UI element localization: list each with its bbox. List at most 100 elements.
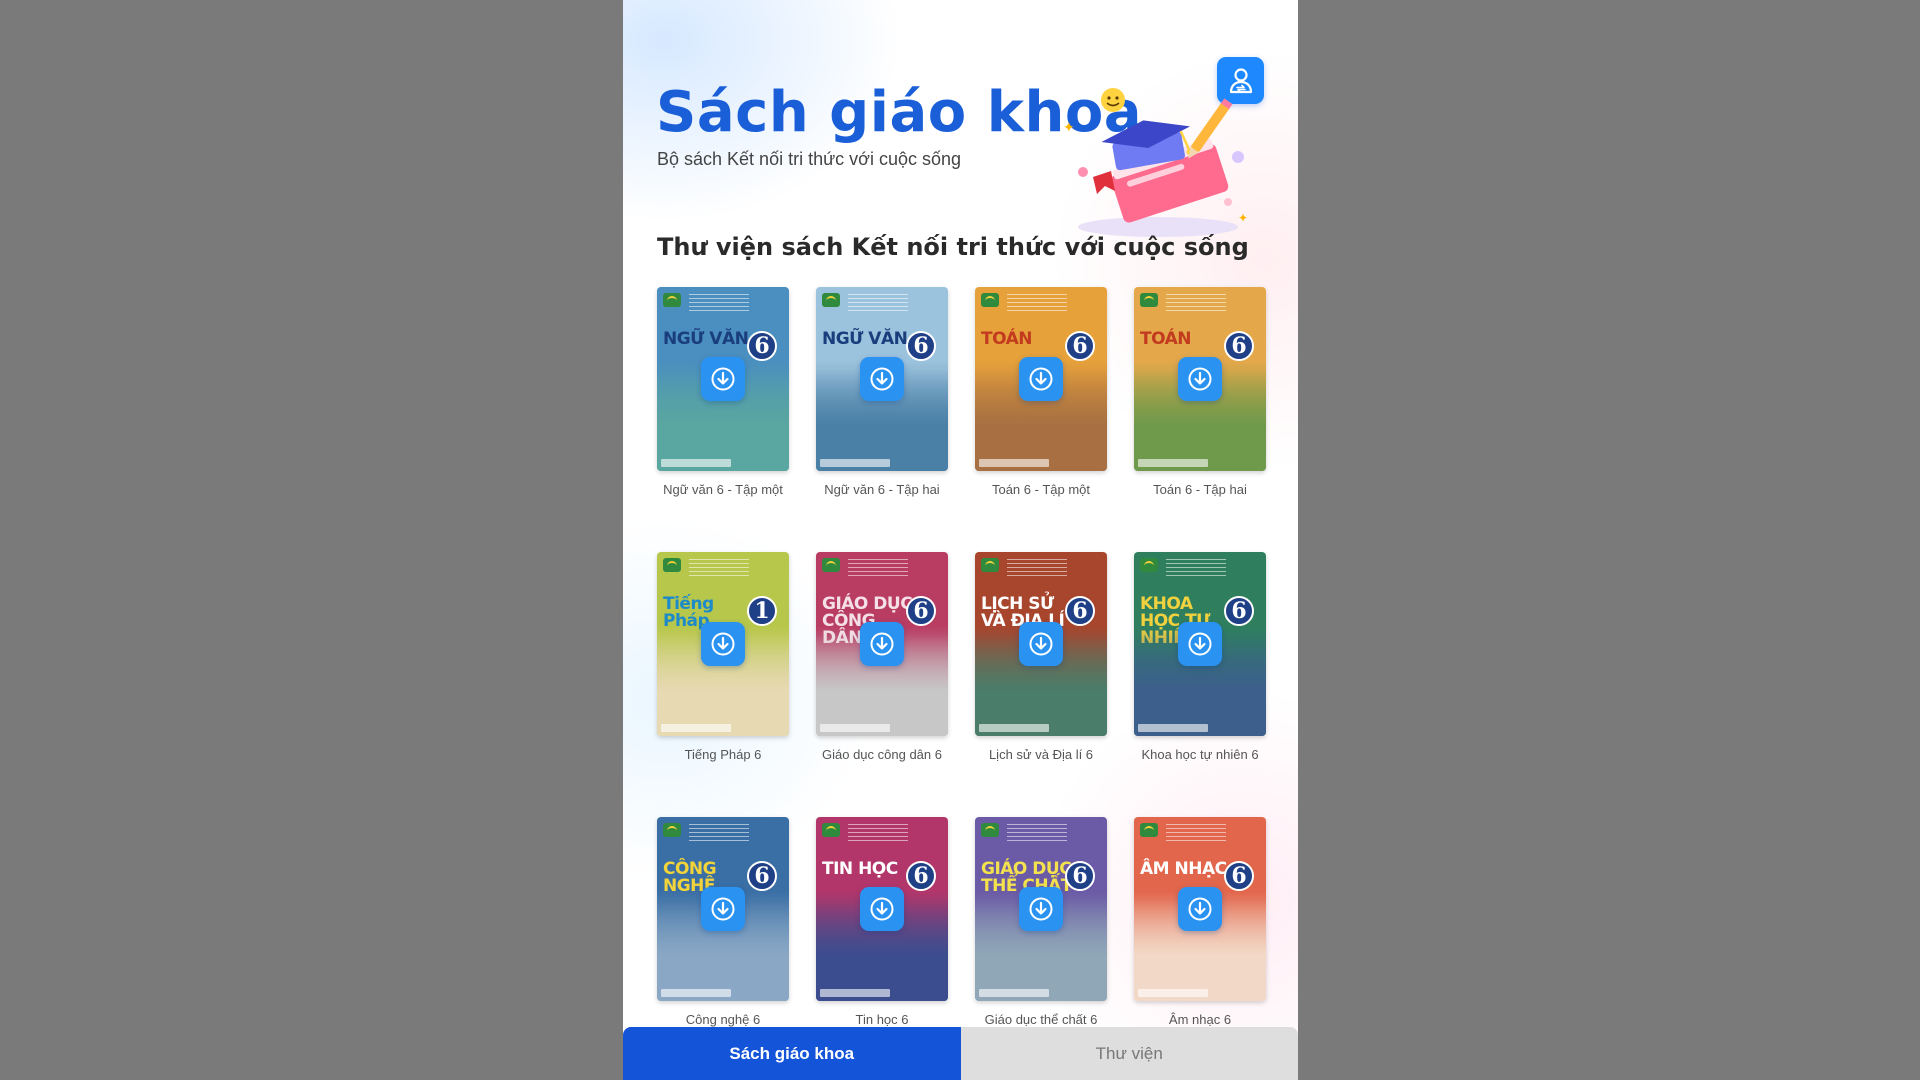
author-lines	[689, 824, 749, 844]
book-item[interactable]: NGỮ VĂN 6 Ngữ văn 6 - Tập hai	[816, 287, 948, 499]
section-title: Thư viện sách Kết nối tri thức với cuộc …	[657, 233, 1249, 261]
book-item[interactable]: TOÁN 6 Toán 6 - Tập hai	[1134, 287, 1266, 499]
download-icon	[1029, 632, 1053, 656]
author-lines	[689, 559, 749, 579]
book-item[interactable]: TOÁN 6 Toán 6 - Tập một	[975, 287, 1107, 499]
download-icon	[870, 632, 894, 656]
publisher-logo	[1140, 293, 1158, 307]
grade-badge: 6	[1224, 331, 1254, 361]
book-item[interactable]: GIÁO DỤC CÔNG DÂN6 Giáo dục công dân 6	[816, 552, 948, 764]
page-subtitle: Bộ sách Kết nối tri thức với cuộc sống	[657, 149, 961, 169]
grade-badge: 6	[906, 861, 936, 891]
author-lines	[1166, 824, 1226, 844]
book-title: Ngữ văn 6 - Tập hai	[824, 482, 940, 497]
book-item[interactable]: Tiếng Pháp 1 Tiếng Pháp 6	[657, 552, 789, 764]
app-screen: Sách giáo khoa Bộ sách Kết nối tri thức …	[623, 0, 1298, 1080]
publisher-logo	[822, 823, 840, 837]
download-button[interactable]	[1178, 622, 1222, 666]
publisher-logo	[822, 558, 840, 572]
book-cover[interactable]: GIÁO DỤC THỂ CHẤT 6	[975, 817, 1107, 1001]
grade-badge: 6	[747, 331, 777, 361]
download-icon	[1029, 897, 1053, 921]
download-button[interactable]	[1178, 887, 1222, 931]
download-button[interactable]	[1019, 887, 1063, 931]
book-item[interactable]: CÔNG NGHỆ 6 Công nghệ 6	[657, 817, 789, 1029]
grade-badge: 6	[1224, 861, 1254, 891]
svg-text:✦: ✦	[1238, 211, 1248, 225]
author-lines	[1007, 824, 1067, 844]
author-lines	[1007, 559, 1067, 579]
book-cover[interactable]: TOÁN 6	[975, 287, 1107, 471]
book-item[interactable]: NGỮ VĂN 6 Ngữ văn 6 - Tập một	[657, 287, 789, 499]
book-cover[interactable]: Tiếng Pháp 1	[657, 552, 789, 736]
grade-badge: 6	[906, 331, 936, 361]
publisher-logo	[1140, 823, 1158, 837]
svg-text:✦: ✦	[1063, 119, 1075, 135]
grade-badge: 6	[1224, 596, 1254, 626]
book-cover[interactable]: TOÁN 6	[1134, 287, 1266, 471]
download-icon	[1188, 897, 1212, 921]
cover-title: NGỮ VĂN	[663, 329, 749, 349]
publisher-footer	[820, 724, 890, 732]
download-button[interactable]	[1019, 622, 1063, 666]
grade-badge: 1	[747, 596, 777, 626]
publisher-footer	[979, 989, 1049, 997]
download-button[interactable]	[860, 622, 904, 666]
download-button[interactable]	[701, 887, 745, 931]
book-title: Khoa học tự nhiên 6	[1141, 747, 1259, 762]
download-button[interactable]	[701, 357, 745, 401]
download-button[interactable]	[701, 622, 745, 666]
publisher-footer	[661, 989, 731, 997]
cover-title: TIN HỌC	[822, 859, 898, 879]
book-title: Ngữ văn 6 - Tập một	[663, 482, 783, 497]
book-item[interactable]: TIN HỌC 6 Tin học 6	[816, 817, 948, 1029]
publisher-footer	[820, 459, 890, 467]
publisher-logo	[822, 293, 840, 307]
tab-library[interactable]: Thư viện	[960, 1027, 1298, 1080]
author-lines	[689, 294, 749, 314]
cover-title: NGỮ VĂN	[822, 329, 908, 349]
book-title: Toán 6 - Tập hai	[1153, 482, 1247, 497]
author-lines	[1166, 559, 1226, 579]
grade-badge: 6	[747, 861, 777, 891]
book-cover[interactable]: NGỮ VĂN 6	[657, 287, 789, 471]
book-title: Toán 6 - Tập một	[991, 482, 1091, 497]
publisher-logo	[981, 558, 999, 572]
book-cover[interactable]: LỊCH SỬ VÀ ĐỊA LÍ 6	[975, 552, 1107, 736]
book-cover[interactable]: GIÁO DỤC CÔNG DÂN6	[816, 552, 948, 736]
download-icon	[870, 897, 894, 921]
publisher-footer	[1138, 459, 1208, 467]
download-icon	[711, 367, 735, 391]
tab-textbooks[interactable]: Sách giáo khoa	[623, 1027, 961, 1080]
download-button[interactable]	[1178, 357, 1222, 401]
download-icon	[1029, 367, 1053, 391]
book-cover[interactable]: CÔNG NGHỆ 6	[657, 817, 789, 1001]
download-icon	[1188, 367, 1212, 391]
book-cover[interactable]: TIN HỌC 6	[816, 817, 948, 1001]
grade-badge: 6	[1065, 861, 1095, 891]
book-item[interactable]: KHOA HỌC TỰ NHIÊN6 Khoa học tự nhiên 6	[1134, 552, 1266, 764]
author-lines	[1007, 294, 1067, 314]
download-button[interactable]	[860, 887, 904, 931]
download-button[interactable]	[860, 357, 904, 401]
publisher-logo	[981, 293, 999, 307]
book-item[interactable]: ÂM NHẠC 6 Âm nhạc 6	[1134, 817, 1266, 1029]
grade-badge: 6	[1065, 596, 1095, 626]
book-cover[interactable]: KHOA HỌC TỰ NHIÊN6	[1134, 552, 1266, 736]
book-item[interactable]: GIÁO DỤC THỂ CHẤT 6 Giáo dục thể chất 6	[975, 817, 1107, 1029]
book-cover[interactable]: NGỮ VĂN 6	[816, 287, 948, 471]
author-lines	[848, 294, 908, 314]
publisher-logo	[981, 823, 999, 837]
book-item[interactable]: LỊCH SỬ VÀ ĐỊA LÍ 6 Lịch sử và Địa lí 6	[975, 552, 1107, 764]
publisher-footer	[1138, 724, 1208, 732]
publisher-footer	[661, 724, 731, 732]
publisher-logo	[663, 293, 681, 307]
book-cover[interactable]: ÂM NHẠC 6	[1134, 817, 1266, 1001]
author-lines	[1166, 294, 1226, 314]
publisher-footer	[1138, 989, 1208, 997]
download-button[interactable]	[1019, 357, 1063, 401]
book-title: Tiếng Pháp 6	[684, 747, 762, 762]
publisher-footer	[820, 989, 890, 997]
grade-badge: 6	[1065, 331, 1095, 361]
publisher-footer	[979, 724, 1049, 732]
